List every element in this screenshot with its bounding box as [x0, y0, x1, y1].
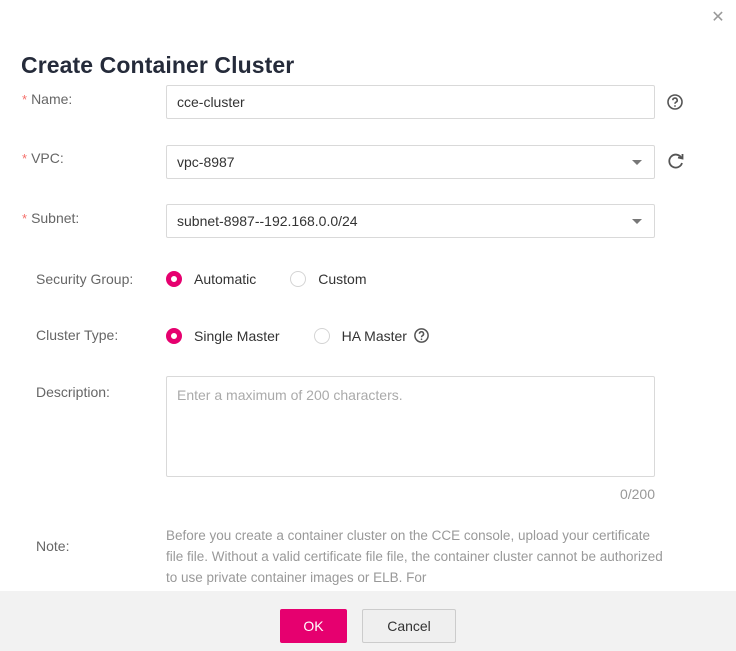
cluster-type-ha-master-radio[interactable]: HA Master	[313, 327, 407, 344]
close-icon[interactable]: ✕	[710, 10, 726, 26]
security-group-label: Security Group:	[36, 271, 134, 287]
ok-button[interactable]: OK	[280, 609, 347, 643]
security-group-radio-group: Automatic Custom	[166, 271, 400, 287]
note-text: Before you create a container cluster on…	[166, 528, 663, 585]
vpc-label: * VPC:	[22, 150, 64, 166]
name-input[interactable]: cce-cluster	[166, 85, 655, 119]
required-star: *	[22, 151, 28, 166]
cancel-button[interactable]: Cancel	[362, 609, 456, 643]
chevron-down-icon	[632, 219, 642, 224]
vpc-select-value: vpc-8987	[177, 154, 235, 170]
help-icon[interactable]	[666, 93, 684, 111]
refresh-icon[interactable]	[667, 152, 685, 170]
subnet-label: * Subnet:	[22, 210, 80, 226]
create-cluster-dialog: ✕ Create Container Cluster * Name: cce-cl…	[0, 0, 736, 651]
cluster-type-radio-group: Single Master HA Master	[166, 327, 430, 344]
required-star: *	[22, 92, 28, 107]
chevron-down-icon	[632, 160, 642, 165]
subnet-select-value: subnet-8987--192.168.0.0/24	[177, 213, 358, 229]
radio-checked-icon	[166, 327, 182, 344]
required-star: *	[22, 211, 28, 226]
dialog-title: Create Container Cluster	[21, 52, 295, 78]
name-label: * Name:	[22, 91, 73, 107]
note-label: Note:	[36, 538, 70, 554]
help-icon[interactable]	[413, 327, 430, 344]
description-char-counter: 0/200	[619, 486, 655, 502]
cluster-type-label: Cluster Type:	[36, 327, 119, 343]
cluster-type-single-master-radio[interactable]: Single Master	[166, 327, 280, 344]
radio-checked-icon	[166, 271, 182, 287]
description-label: Description:	[36, 384, 110, 400]
radio-unchecked-icon	[290, 271, 307, 287]
security-group-automatic-radio[interactable]: Automatic	[166, 271, 256, 287]
vpc-select[interactable]: vpc-8987	[166, 145, 655, 179]
description-textarea[interactable]: Enter a maximum of 200 characters.	[166, 376, 655, 477]
radio-unchecked-icon	[313, 327, 330, 344]
subnet-select[interactable]: subnet-8987--192.168.0.0/24	[166, 204, 655, 238]
security-group-custom-radio[interactable]: Custom	[290, 271, 366, 287]
dialog-footer: OK Cancel	[0, 591, 736, 651]
